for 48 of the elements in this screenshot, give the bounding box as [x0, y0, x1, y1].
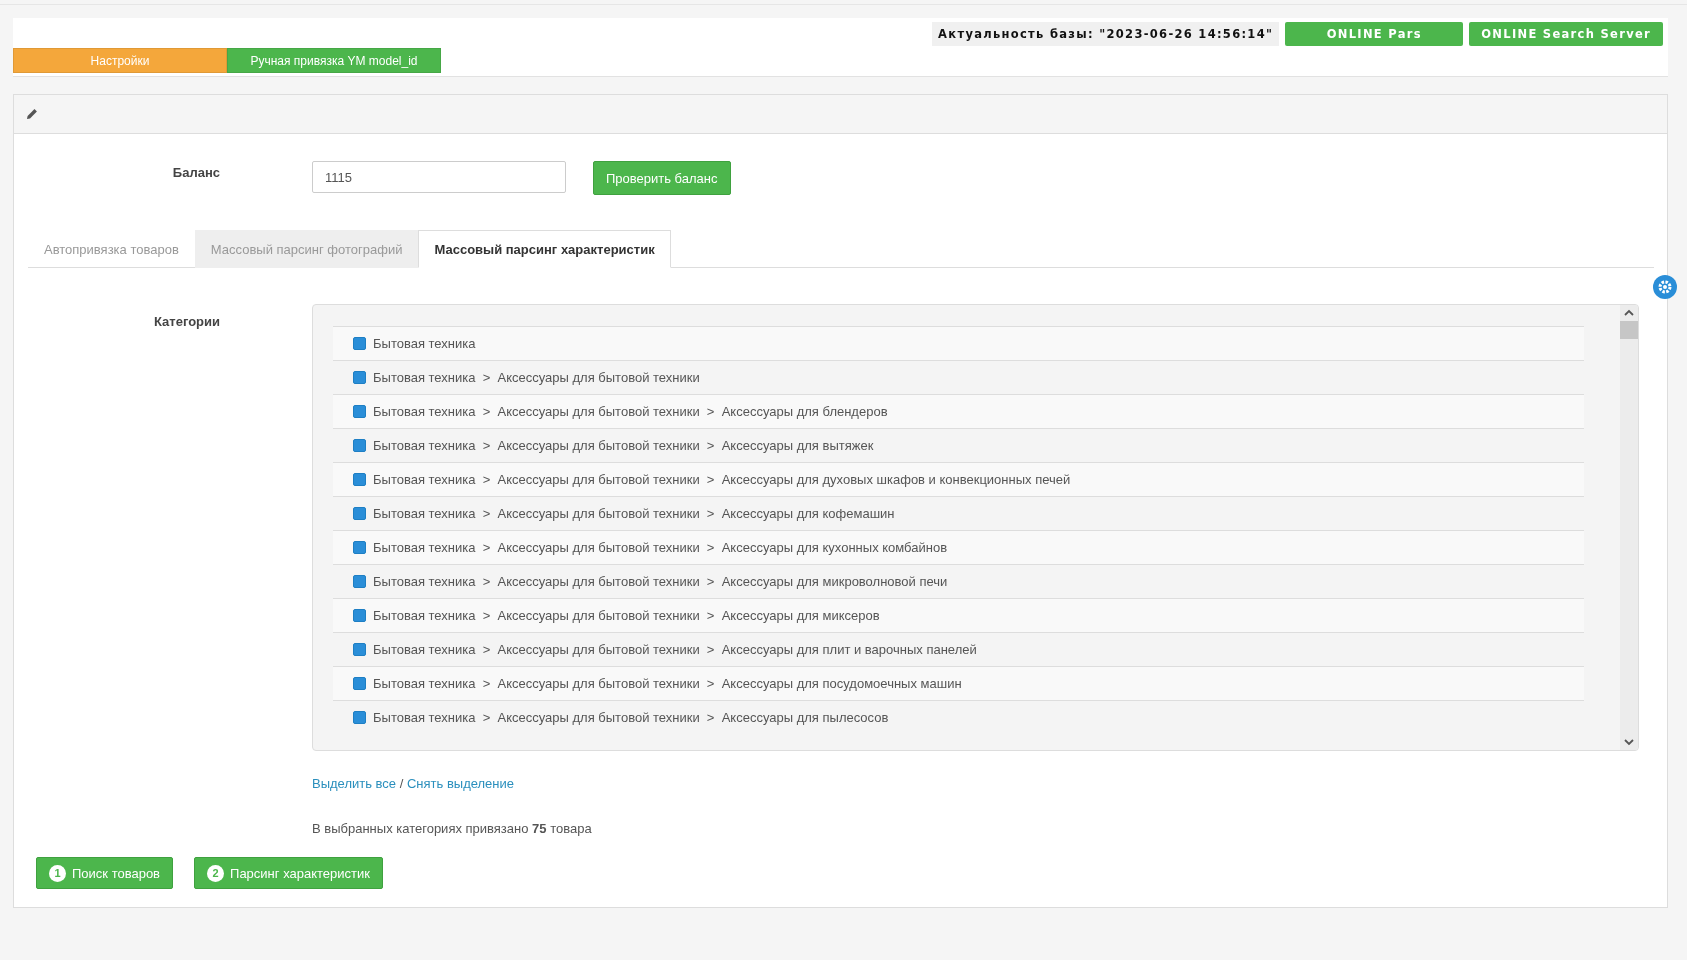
category-row[interactable]: Бытовая техника > Аксессуары для бытовой техники > Аксессуары для посудомоечных машин — [333, 666, 1584, 700]
category-label: Бытовая техника > Аксессуары для бытовой техники > Аксессуары для кухонных комбайнов — [373, 540, 948, 555]
scroll-up-icon[interactable] — [1624, 309, 1634, 317]
checkbox[interactable] — [353, 337, 366, 350]
category-label: Бытовая техника > Аксессуары для бытовой техники > Аксессуары для духовых шкафов и конвекционных печей — [373, 472, 1071, 487]
category-label: Бытовая техника > Аксессуары для бытовой техники > Аксессуары для блендеров — [373, 404, 888, 419]
category-label: Бытовая техника > Аксессуары для бытовой техники > Аксессуары для вытяжек — [373, 438, 874, 453]
scrollbar-thumb[interactable] — [1620, 321, 1638, 339]
category-row[interactable]: Бытовая техника > Аксессуары для бытовой техники > Аксессуары для пылесосов — [333, 700, 1584, 734]
select-all-link[interactable]: Выделить все — [312, 776, 397, 791]
category-row[interactable]: Бытовая техника > Аксессуары для бытовой техники > Аксессуары для блендеров — [333, 394, 1584, 428]
online-badge: ONLINE Search Server — [1469, 22, 1663, 46]
category-label: Бытовая техника > Аксессуары для бытовой техники — [373, 370, 700, 385]
database-status: Актуальность базы: "2023-06-26 14:56:14" — [932, 22, 1280, 46]
balance-label: Баланс — [171, 164, 221, 180]
category-label: Бытовая техника > Аксессуары для бытовой техники > Аксессуары для кофемашин — [373, 506, 895, 521]
checkbox[interactable] — [353, 609, 366, 622]
categories-label: Категории — [152, 313, 221, 331]
checkbox[interactable] — [353, 541, 366, 554]
checkbox[interactable] — [353, 507, 366, 520]
category-label: Бытовая техника > Аксессуары для бытовой техники > Аксессуары для посудомоечных машин — [373, 676, 962, 691]
scroll-down-icon[interactable] — [1624, 738, 1634, 746]
checkbox[interactable] — [353, 643, 366, 656]
category-label: Бытовая техника > Аксессуары для бытовой техники > Аксессуары для микроволновой печи — [373, 574, 948, 589]
checkbox[interactable] — [353, 371, 366, 384]
pencil-icon — [26, 108, 38, 120]
checkbox[interactable] — [353, 575, 366, 588]
checkbox[interactable] — [353, 677, 366, 690]
summary-text: В выбранных категориях привязано 75 товара — [312, 821, 593, 836]
checkbox[interactable] — [353, 405, 366, 418]
category-label: Бытовая техника — [373, 336, 476, 351]
checkbox[interactable] — [353, 439, 366, 452]
settings-icon[interactable] — [1653, 275, 1677, 299]
category-label: Бытовая техника > Аксессуары для бытовой техники > Аксессуары для миксеров — [373, 608, 880, 623]
category-label: Бытовая техника > Аксессуары для бытовой техники > Аксессуары для пылесосов — [373, 710, 889, 725]
link-separator: / — [399, 776, 404, 791]
category-row[interactable]: Бытовая техника > Аксессуары для бытовой техники > Аксессуары для кухонных комбайнов — [333, 530, 1584, 564]
deselect-link[interactable]: Снять выделение — [406, 776, 515, 791]
scrollbar[interactable] — [1620, 305, 1638, 750]
online-badge: ONLINE Pars — [1285, 22, 1464, 46]
checkbox[interactable] — [353, 473, 366, 486]
category-row[interactable]: Бытовая техника > Аксессуары для бытовой техники > Аксессуары для духовых шкафов и конвекционных печей — [333, 462, 1584, 496]
category-row[interactable]: Бытовая техника > Аксессуары для бытовой техники > Аксессуары для миксеров — [333, 598, 1584, 632]
balance-field[interactable]: 1115 — [312, 161, 566, 193]
tab[interactable]: Массовый парсинг характеристик — [418, 230, 671, 268]
checkbox[interactable] — [353, 711, 366, 724]
category-row[interactable]: Бытовая техника — [333, 326, 1584, 360]
category-label: Бытовая техника > Аксессуары для бытовой техники > Аксессуары для плит и варочных панелей — [373, 642, 977, 657]
